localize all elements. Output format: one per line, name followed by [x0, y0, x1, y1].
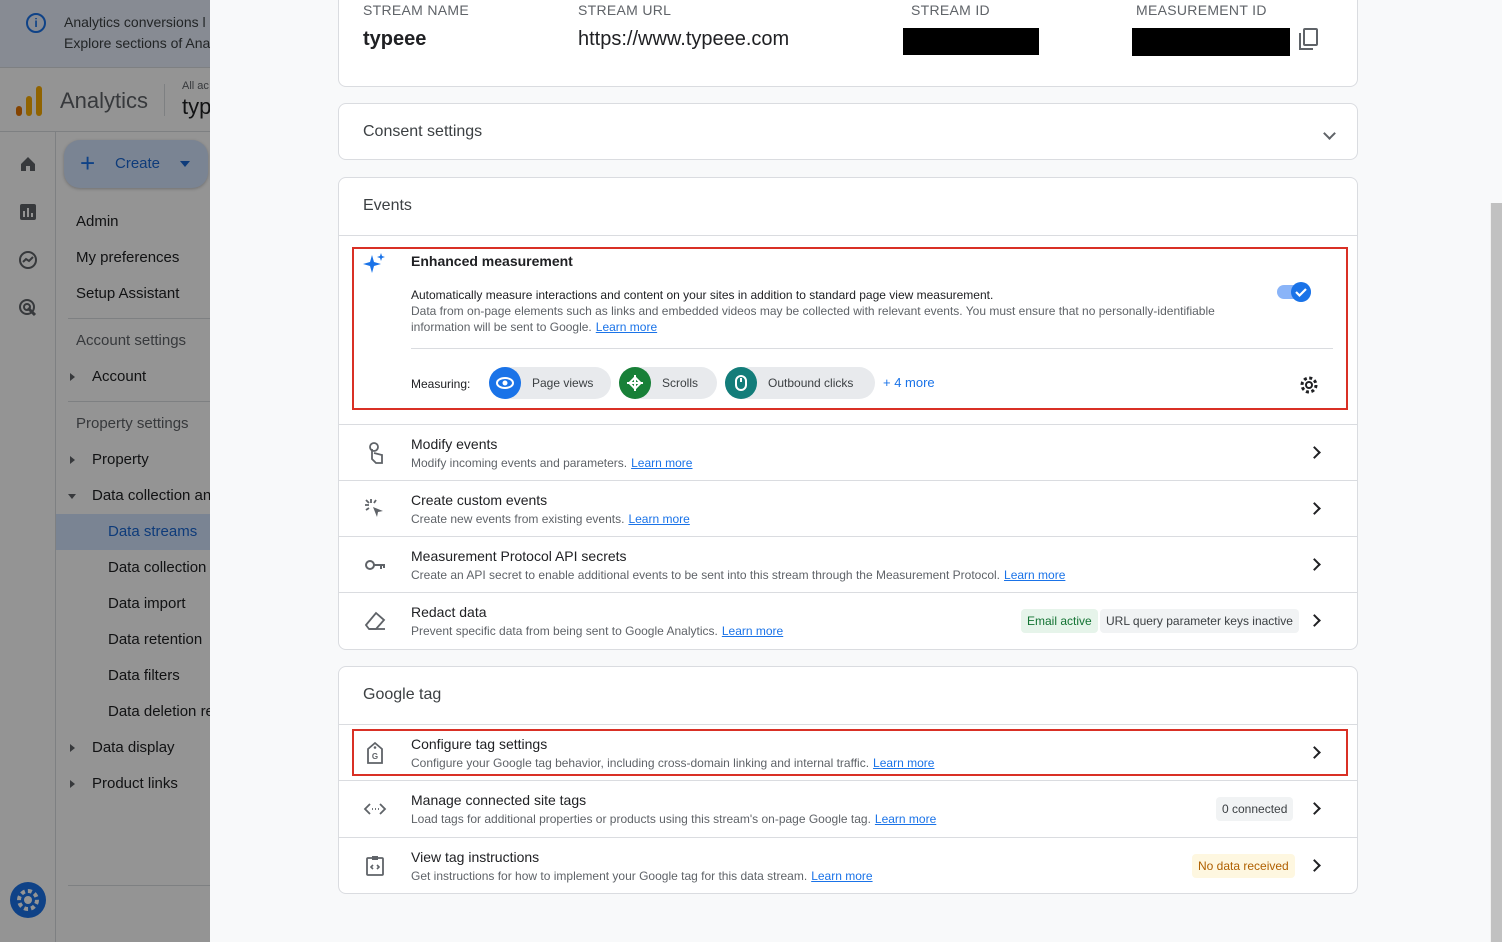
- stream-name-value: typeee: [363, 28, 427, 50]
- connected-count-badge: 0 connected: [1216, 797, 1294, 821]
- stream-url-value: https://www.typeee.com: [578, 28, 790, 50]
- events-card: Events Enhanced measurement Automaticall…: [338, 177, 1358, 650]
- background-app: i Analytics conversions l Explore sectio…: [0, 0, 210, 942]
- modify-events-title: Modify events: [411, 436, 498, 452]
- stream-info-card: STREAM NAME typeee STREAM URL https://ww…: [338, 0, 1358, 87]
- create-custom-events-description: Create new events from existing events. L…: [411, 512, 690, 526]
- redact-data-row[interactable]: Redact data Prevent specific data from b…: [339, 592, 1357, 649]
- view-tag-instructions-row[interactable]: View tag instructions Get instructions f…: [339, 837, 1357, 894]
- events-divider: [339, 235, 1357, 236]
- redact-data-desc-text: Prevent specific data from being sent to…: [411, 624, 718, 638]
- create-custom-events-desc-text: Create new events from existing events.: [411, 512, 625, 526]
- configure-tag-highlight: [352, 729, 1348, 776]
- manage-tags-desc-text: Load tags for additional properties or p…: [411, 812, 871, 826]
- eraser-icon: [364, 611, 386, 630]
- view-tag-instructions-title: View tag instructions: [411, 849, 540, 865]
- manage-connected-site-tags-description: Load tags for additional properties or p…: [411, 812, 936, 826]
- manage-connected-site-tags-title: Manage connected site tags: [411, 792, 587, 808]
- view-tag-instructions-description: Get instructions for how to implement yo…: [411, 869, 873, 883]
- create-custom-events-learn-more[interactable]: Learn more: [628, 512, 689, 526]
- stream-id-header: STREAM ID: [911, 2, 990, 18]
- measurement-protocol-title: Measurement Protocol API secrets: [411, 548, 627, 564]
- redact-data-title: Redact data: [411, 604, 487, 620]
- code-arrows-icon: [363, 803, 387, 815]
- measurement-id-redacted: [1132, 28, 1290, 56]
- chevron-right-icon[interactable]: [1308, 802, 1321, 815]
- modal-scrim[interactable]: [0, 0, 210, 942]
- manage-tags-learn-more[interactable]: Learn more: [875, 812, 936, 826]
- stream-url-header: STREAM URL: [578, 2, 672, 18]
- measurement-protocol-description: Create an API secret to enable additiona…: [411, 568, 1065, 582]
- google-tag-title: Google tag: [363, 686, 442, 703]
- stream-details-panel: STREAM NAME typeee STREAM URL https://ww…: [210, 0, 1502, 942]
- stream-id-redacted: [903, 28, 1039, 55]
- measurement-protocol-desc-text: Create an API secret to enable additiona…: [411, 568, 1001, 582]
- view-tag-learn-more[interactable]: Learn more: [811, 869, 872, 883]
- url-query-keys-badge: URL query parameter keys inactive: [1100, 609, 1299, 633]
- modify-events-description: Modify incoming events and parameters. Le…: [411, 456, 692, 470]
- measurement-protocol-row[interactable]: Measurement Protocol API secrets Create …: [339, 536, 1357, 593]
- chevron-down-icon[interactable]: [1323, 127, 1336, 140]
- redact-data-description: Prevent specific data from being sent to…: [411, 624, 783, 638]
- modify-events-learn-more[interactable]: Learn more: [631, 456, 692, 470]
- email-active-badge: Email active: [1021, 609, 1098, 633]
- copy-icon[interactable]: [1298, 27, 1320, 51]
- touch-icon: [369, 442, 383, 464]
- redact-data-learn-more[interactable]: Learn more: [722, 624, 783, 638]
- chevron-right-icon[interactable]: [1308, 502, 1321, 515]
- enhanced-measurement-highlight: [352, 247, 1348, 410]
- click-sparkle-icon: [365, 499, 383, 517]
- modify-events-row[interactable]: Modify events Modify incoming events and…: [339, 424, 1357, 481]
- measurement-id-header: MEASUREMENT ID: [1136, 2, 1267, 18]
- create-custom-events-title: Create custom events: [411, 492, 548, 508]
- chevron-right-icon[interactable]: [1308, 859, 1321, 872]
- google-tag-card: Google tag G Configure tag settings Conf…: [338, 666, 1358, 894]
- consent-settings-card[interactable]: Consent settings: [338, 103, 1358, 160]
- no-data-received-badge: No data received: [1192, 854, 1295, 878]
- events-title: Events: [363, 197, 412, 214]
- tag-instructions-icon: [366, 856, 384, 876]
- chevron-right-icon[interactable]: [1308, 558, 1321, 571]
- create-custom-events-row[interactable]: Create custom events Create new events f…: [339, 480, 1357, 537]
- measurement-protocol-learn-more[interactable]: Learn more: [1004, 568, 1065, 582]
- view-tag-desc-text: Get instructions for how to implement yo…: [411, 869, 808, 883]
- consent-settings-title: Consent settings: [363, 123, 483, 140]
- manage-connected-site-tags-row[interactable]: Manage connected site tags Load tags for…: [339, 780, 1357, 837]
- chevron-right-icon[interactable]: [1308, 446, 1321, 459]
- modify-events-desc-text: Modify incoming events and parameters.: [411, 456, 628, 470]
- key-icon: [365, 560, 385, 570]
- chevron-right-icon[interactable]: [1308, 614, 1321, 627]
- vertical-scrollbar[interactable]: [1490, 203, 1502, 942]
- stream-name-header: STREAM NAME: [363, 2, 469, 18]
